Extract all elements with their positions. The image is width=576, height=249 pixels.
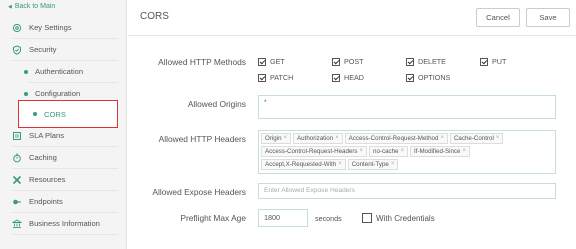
remove-tag-icon[interactable]: ×	[335, 134, 339, 143]
bank-icon	[12, 218, 22, 229]
method-label: PATCH	[270, 73, 294, 82]
method-get-checkbox[interactable]: GET	[258, 57, 285, 66]
sidebar-item-endpoints[interactable]: Endpoints	[12, 191, 118, 213]
page-header: CORS Cancel Save	[128, 0, 576, 36]
cancel-button[interactable]: Cancel	[476, 8, 520, 27]
method-head-checkbox[interactable]: HEAD	[332, 73, 364, 82]
header-tag[interactable]: Content-Type ×	[347, 159, 399, 170]
method-delete-checkbox[interactable]: DELETE	[406, 57, 446, 66]
checkbox-checked-icon	[406, 57, 414, 66]
method-label: HEAD	[344, 73, 364, 82]
checkbox-checked-icon	[258, 73, 266, 82]
method-label: DELETE	[418, 57, 446, 66]
sidebar-item-label: Caching	[29, 153, 57, 162]
document-icon	[12, 131, 22, 141]
sidebar-item-resources[interactable]: Resources	[12, 169, 118, 191]
tag-label: Accept,X-Requested-With	[265, 161, 337, 168]
sidebar-item-cors[interactable]: CORS	[18, 100, 118, 128]
sidebar-item-label: SLA Plans	[29, 131, 65, 140]
sidebar-item-label: Security	[29, 45, 57, 54]
tag-label: Access-Control-Request-Headers	[265, 148, 358, 155]
sidebar-item-business-information[interactable]: Business Information	[12, 213, 118, 235]
sidebar-item-label: Authentication	[35, 67, 84, 76]
bullet-icon	[24, 91, 28, 96]
method-patch-checkbox[interactable]: PATCH	[258, 73, 293, 82]
remove-tag-icon[interactable]: ×	[360, 147, 364, 156]
checkbox-checked-icon	[480, 57, 488, 66]
header-tag[interactable]: Accept,X-Requested-With ×	[261, 159, 346, 170]
method-put-checkbox[interactable]: PUT	[480, 57, 506, 66]
header-tag[interactable]: Cache-Control ×	[449, 133, 504, 144]
header-tag[interactable]: If-Modified-Since ×	[410, 146, 470, 157]
sidebar-item-sla-plans[interactable]: SLA Plans	[12, 125, 118, 147]
method-label: OPTIONS	[418, 73, 451, 82]
sidebar-item-label: Endpoints	[29, 197, 63, 206]
tag-label: no-cache	[373, 148, 399, 155]
tag-label: Origin	[265, 135, 282, 142]
bullet-icon	[33, 112, 37, 116]
max-age-unit: seconds	[315, 214, 342, 223]
back-arrow-icon: ◀	[8, 3, 12, 10]
expose-headers-input[interactable]: Enter Allowed Expose Headers	[258, 183, 556, 199]
tag-label: Content-Type	[351, 161, 389, 168]
headers-label: Allowed HTTP Headers	[158, 134, 246, 144]
header-tag[interactable]: no-cache ×	[369, 146, 409, 157]
remove-tag-icon[interactable]: ×	[496, 134, 500, 143]
header-tag[interactable]: Access-Control-Request-Headers ×	[261, 146, 368, 157]
gear-icon	[12, 23, 22, 33]
tools-icon	[12, 175, 22, 185]
sidebar-item-label: CORS	[44, 109, 66, 119]
method-label: POST	[344, 57, 364, 66]
allowed-origins-textarea[interactable]: *	[258, 95, 556, 119]
methods-label: Allowed HTTP Methods	[158, 57, 246, 67]
allowed-headers-tag-input[interactable]: Origin × Authorization × Access-Control-Re…	[258, 130, 556, 174]
header-tag[interactable]: Origin ×	[261, 133, 292, 144]
max-age-input[interactable]: 1800	[258, 209, 308, 227]
method-label: GET	[270, 57, 285, 66]
page-title: CORS	[140, 11, 169, 22]
expose-label: Allowed Expose Headers	[152, 187, 246, 197]
tag-label: Authorization	[297, 135, 334, 142]
remove-tag-icon[interactable]: ×	[391, 160, 395, 169]
sidebar-item-label: Resources	[29, 175, 66, 184]
checkbox-checked-icon	[332, 73, 340, 82]
stopwatch-icon	[12, 153, 22, 163]
tag-label: If-Modified-Since	[414, 148, 461, 155]
tag-label: Cache-Control	[453, 135, 494, 142]
checkbox-checked-icon	[258, 57, 266, 66]
endpoint-icon	[12, 197, 22, 207]
shield-icon	[12, 44, 22, 55]
remove-tag-icon[interactable]: ×	[284, 134, 288, 143]
checkbox-checked-icon	[332, 57, 340, 66]
method-post-checkbox[interactable]: POST	[332, 57, 364, 66]
back-to-main-label: Back to Main	[14, 3, 56, 10]
max-age-label: Preflight Max Age	[180, 213, 246, 223]
sidebar-item-authentication[interactable]: Authentication	[24, 61, 118, 83]
bullet-icon	[24, 69, 28, 74]
sidebar-item-security[interactable]: Security	[12, 39, 118, 61]
remove-tag-icon[interactable]: ×	[462, 147, 466, 156]
sidebar-item-label: Configuration	[35, 89, 81, 98]
sidebar-item-caching[interactable]: Caching	[12, 147, 118, 169]
save-button[interactable]: Save	[526, 8, 570, 27]
tag-label: Access-Control-Request-Method	[348, 135, 439, 142]
checkbox-checked-icon	[406, 73, 414, 82]
remove-tag-icon[interactable]: ×	[440, 134, 444, 143]
sidebar-item-label: Business Information	[29, 219, 100, 228]
sidebar: ◀ Back to Main Key Settings Security Aut…	[0, 0, 127, 249]
back-to-main-link[interactable]: ◀ Back to Main	[8, 3, 55, 10]
sidebar-item-key-settings[interactable]: Key Settings	[12, 17, 118, 39]
sidebar-item-label: Key Settings	[29, 23, 72, 32]
header-tag[interactable]: Authorization ×	[293, 133, 343, 144]
with-credentials-checkbox[interactable]: With Credentials	[362, 213, 435, 223]
method-options-checkbox[interactable]: OPTIONS	[406, 73, 450, 82]
credentials-label: With Credentials	[376, 213, 435, 223]
method-label: PUT	[492, 57, 507, 66]
checkbox-unchecked-icon	[362, 213, 372, 223]
origins-label: Allowed Origins	[187, 99, 246, 109]
header-tag[interactable]: Access-Control-Request-Method ×	[344, 133, 448, 144]
remove-tag-icon[interactable]: ×	[401, 147, 405, 156]
remove-tag-icon[interactable]: ×	[338, 160, 342, 169]
